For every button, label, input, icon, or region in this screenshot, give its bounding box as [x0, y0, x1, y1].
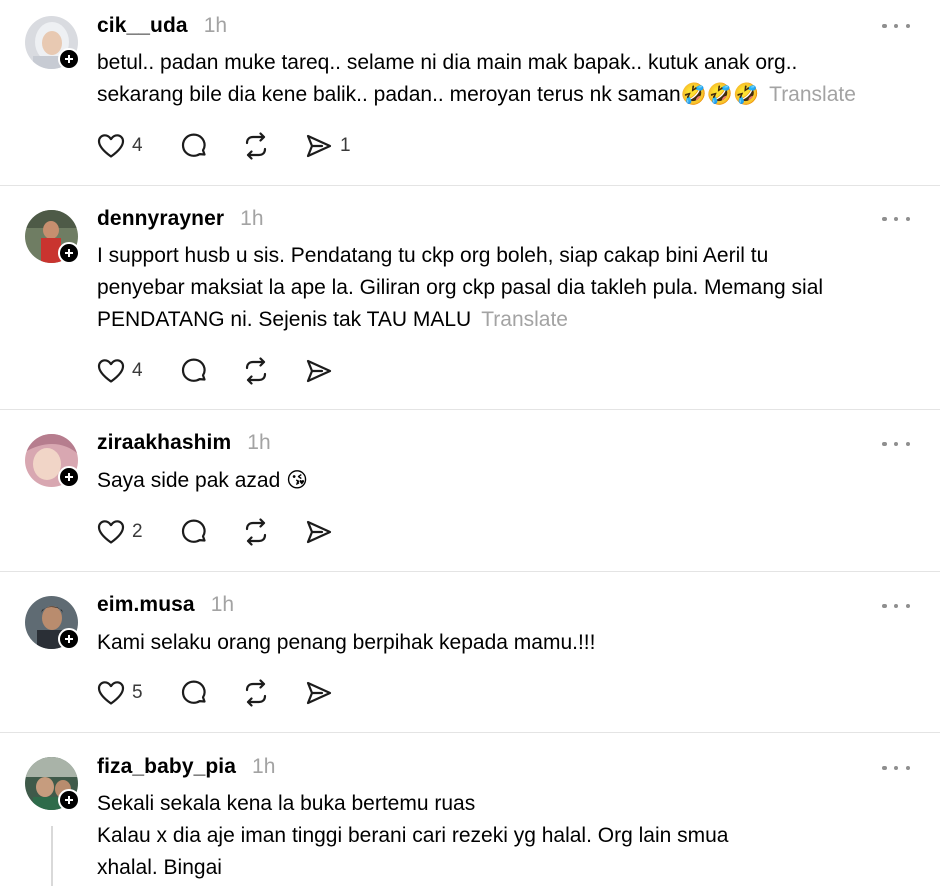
- post-actions: 4 1: [97, 131, 397, 161]
- emoji: 😘: [286, 469, 309, 492]
- post-header: ziraakhashim 1h: [97, 431, 271, 459]
- timestamp: 1h: [252, 755, 276, 778]
- post-divider: [0, 571, 940, 572]
- post-text-line: penyebar maksiat la ape la. Giliran org …: [97, 276, 824, 299]
- comment-button[interactable]: [180, 678, 208, 708]
- post-text-line-content: Saya side pak azad: [97, 469, 287, 492]
- like-button[interactable]: 2: [97, 517, 143, 547]
- post-divider: [0, 409, 940, 410]
- like-count: 4: [132, 360, 143, 381]
- username[interactable]: dennyrayner: [97, 207, 224, 231]
- avatar[interactable]: [25, 210, 80, 264]
- follow-plus-icon[interactable]: [58, 789, 80, 811]
- timestamp: 1h: [240, 207, 264, 230]
- share-button[interactable]: [305, 678, 333, 708]
- username[interactable]: fiza_baby_pia: [97, 755, 236, 779]
- post-text: Saya side pak azad 😘: [97, 465, 917, 497]
- post-text: I support husb u sis. Pendatang tu ckp o…: [97, 240, 917, 336]
- post-text: Sekali sekala kena la buka bertemu ruas …: [97, 788, 917, 884]
- timestamp: 1h: [210, 593, 235, 616]
- avatar[interactable]: [25, 434, 80, 488]
- repost-button[interactable]: [242, 517, 270, 547]
- like-count: 2: [132, 521, 143, 542]
- post-header: cik__uda 1h: [97, 14, 227, 42]
- more-options-icon[interactable]: [882, 20, 910, 32]
- like-button[interactable]: 5: [97, 678, 143, 708]
- thread-line: [51, 826, 53, 886]
- share-icon: [306, 520, 332, 544]
- post-divider: [0, 185, 940, 186]
- post-text-line-content: sekarang bile dia kene balik.. padan.. m…: [97, 83, 681, 106]
- post-actions: 5: [97, 678, 397, 708]
- share-icon: [306, 681, 332, 705]
- more-options-icon[interactable]: [882, 600, 910, 612]
- comment-icon: [181, 358, 206, 382]
- repost-icon: [245, 518, 267, 546]
- repost-icon: [245, 132, 267, 160]
- follow-plus-icon[interactable]: [58, 48, 80, 70]
- share-button[interactable]: 1: [305, 131, 351, 161]
- comment-button[interactable]: [180, 131, 208, 161]
- username[interactable]: cik__uda: [97, 14, 188, 38]
- repost-button[interactable]: [242, 678, 270, 708]
- post-actions: 4: [97, 356, 397, 386]
- heart-icon: [97, 134, 125, 158]
- comment-icon: [181, 680, 206, 704]
- post-text-line: Kalau x dia aje iman tinggi berani cari …: [97, 824, 729, 847]
- repost-button[interactable]: [242, 131, 270, 161]
- post-text-line: betul.. padan muke tareq.. selame ni dia…: [97, 51, 798, 74]
- heart-icon: [97, 359, 125, 383]
- more-options-icon[interactable]: [882, 762, 910, 774]
- post-text-line: Saya side pak azad 😘: [97, 465, 917, 497]
- translate-link[interactable]: Translate: [481, 308, 568, 331]
- post-divider: [0, 732, 940, 733]
- follow-plus-icon[interactable]: [58, 242, 80, 264]
- comment-icon: [181, 133, 206, 157]
- share-icon: [306, 359, 332, 383]
- heart-icon: [97, 681, 125, 705]
- comment-button[interactable]: [180, 356, 208, 386]
- post-header: eim.musa 1h: [97, 593, 234, 621]
- comment-icon: [181, 519, 206, 543]
- follow-plus-icon[interactable]: [58, 466, 80, 488]
- like-count: 5: [132, 682, 143, 703]
- post-header: dennyrayner 1h: [97, 207, 264, 235]
- post-text-line: I support husb u sis. Pendatang tu ckp o…: [97, 244, 769, 267]
- post-text-line: Kami selaku orang penang berpihak kepada…: [97, 631, 596, 654]
- post-actions: 2: [97, 517, 397, 547]
- post-text-line: Sekali sekala kena la buka bertemu ruas: [97, 792, 476, 815]
- like-button[interactable]: 4: [97, 131, 143, 161]
- post-text-line: PENDATANG ni. Sejenis tak TAU MALU Transl…: [97, 304, 917, 336]
- post-text: betul.. padan muke tareq.. selame ni dia…: [97, 47, 917, 111]
- translate-link[interactable]: Translate: [769, 83, 856, 106]
- timestamp: 1h: [247, 431, 271, 454]
- comment-button[interactable]: [180, 517, 208, 547]
- post-text-line-content: PENDATANG ni. Sejenis tak TAU MALU: [97, 308, 472, 331]
- emoji: 🤣🤣🤣: [680, 83, 760, 106]
- repost-button[interactable]: [242, 356, 270, 386]
- username[interactable]: eim.musa: [97, 593, 195, 617]
- username[interactable]: ziraakhashim: [97, 431, 231, 455]
- avatar[interactable]: [25, 757, 80, 811]
- post-text-line: xhalal. Bingai: [97, 856, 222, 879]
- more-options-icon[interactable]: [882, 213, 910, 225]
- share-button[interactable]: [305, 517, 333, 547]
- share-button[interactable]: [305, 356, 333, 386]
- avatar[interactable]: [25, 16, 80, 70]
- more-options-icon[interactable]: [882, 438, 910, 450]
- post-header: fiza_baby_pia 1h: [97, 755, 275, 783]
- timestamp: 1h: [203, 14, 228, 37]
- share-count: 1: [340, 135, 351, 156]
- follow-plus-icon[interactable]: [58, 628, 80, 650]
- post-text-line: sekarang bile dia kene balik.. padan.. m…: [97, 79, 917, 111]
- like-button[interactable]: 4: [97, 356, 143, 386]
- post-text: Kami selaku orang penang berpihak kepada…: [97, 627, 917, 659]
- repost-icon: [245, 357, 267, 385]
- like-count: 4: [132, 135, 143, 156]
- share-icon: [306, 134, 332, 158]
- avatar[interactable]: [25, 596, 80, 650]
- heart-icon: [97, 520, 125, 544]
- repost-icon: [245, 679, 267, 707]
